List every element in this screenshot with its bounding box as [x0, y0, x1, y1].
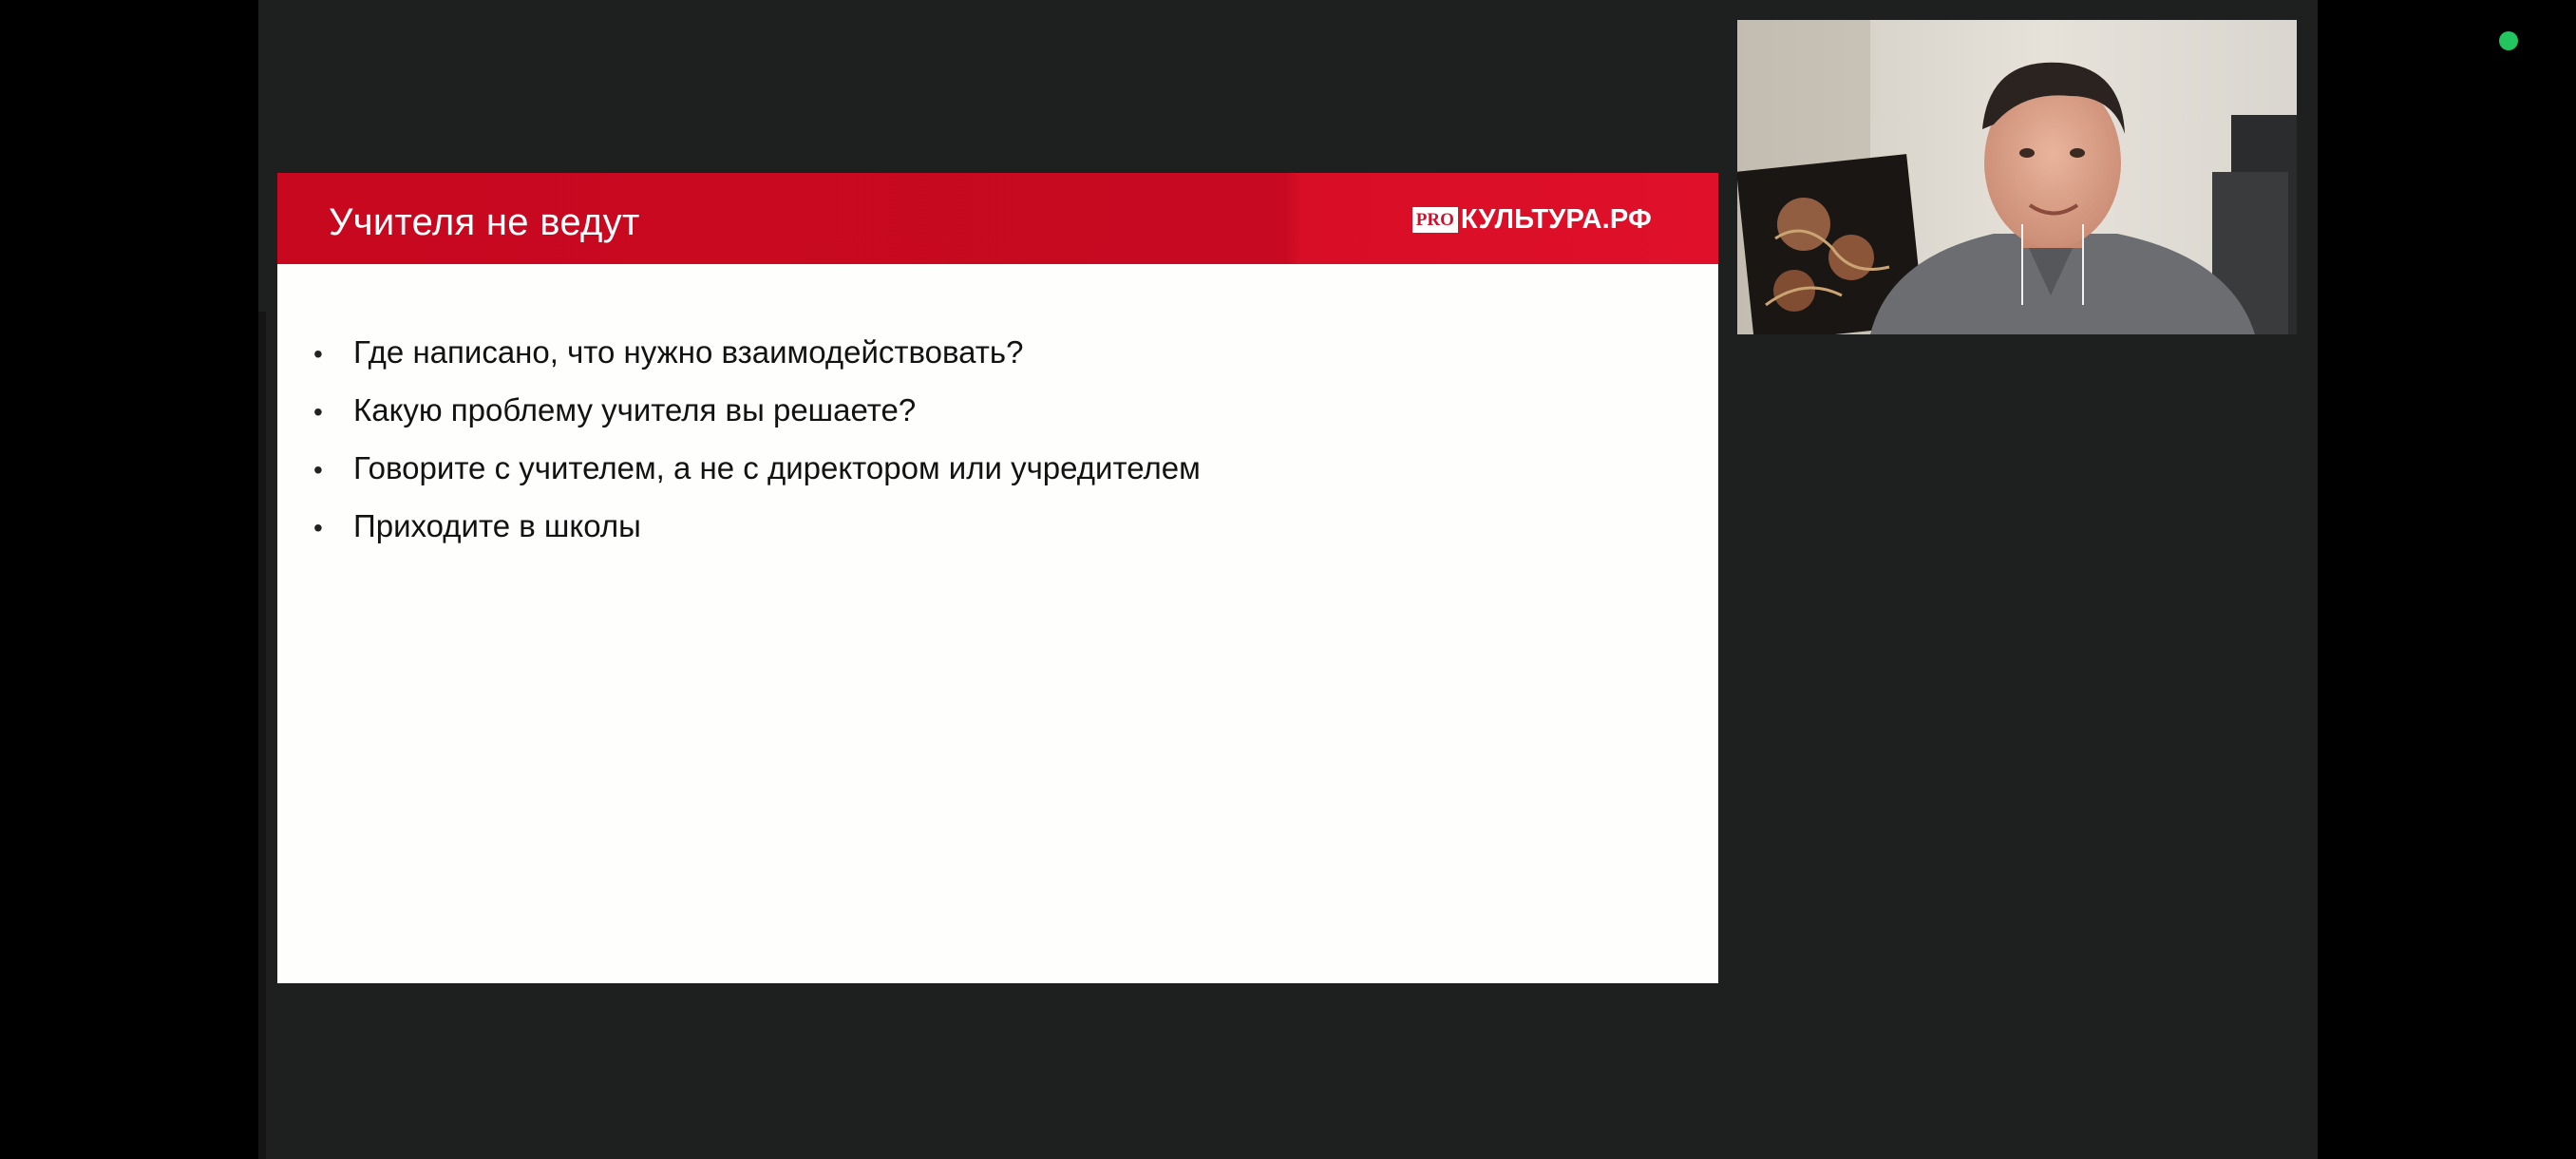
brand-logo: PRO КУЛЬТУРА.РФ	[1411, 203, 1652, 236]
participant-video[interactable]	[1737, 20, 2297, 334]
slide-title: Учителя не ведут	[329, 201, 640, 243]
brand-logo-prefix: PRO	[1411, 206, 1458, 233]
bullet-icon: •	[313, 513, 323, 542]
bullet-icon: •	[313, 339, 323, 369]
slide-header: Учителя не ведут PRO КУЛЬТУРА.РФ	[277, 173, 1718, 264]
shared-slide: Учителя не ведут PRO КУЛЬТУРА.РФ • Где н…	[277, 173, 1718, 983]
bullet-list: • Где написано, что нужно взаимодействов…	[313, 334, 1201, 566]
bullet-text: Какую проблему учителя вы решаете?	[353, 392, 917, 428]
bullet-icon: •	[313, 455, 323, 484]
bullet-item: • Какую проблему учителя вы решаете?	[313, 392, 1201, 450]
stage-edge	[258, 312, 266, 1159]
participant-video-frame	[1737, 20, 2297, 334]
screen: Учителя не ведут PRO КУЛЬТУРА.РФ • Где н…	[0, 0, 2576, 1159]
bullet-item: • Приходите в школы	[313, 508, 1201, 566]
brand-logo-name: КУЛЬТУРА.РФ	[1460, 203, 1652, 235]
bullet-icon: •	[313, 397, 323, 427]
bullet-text: Где написано, что нужно взаимодействоват…	[353, 334, 1024, 370]
bullet-item: • Где написано, что нужно взаимодействов…	[313, 334, 1201, 392]
bullet-text: Приходите в школы	[353, 508, 641, 543]
bullet-text: Говорите с учителем, а не с директором и…	[353, 450, 1201, 485]
status-dot-icon	[2499, 31, 2518, 50]
bullet-item: • Говорите с учителем, а не с директором…	[313, 450, 1201, 508]
